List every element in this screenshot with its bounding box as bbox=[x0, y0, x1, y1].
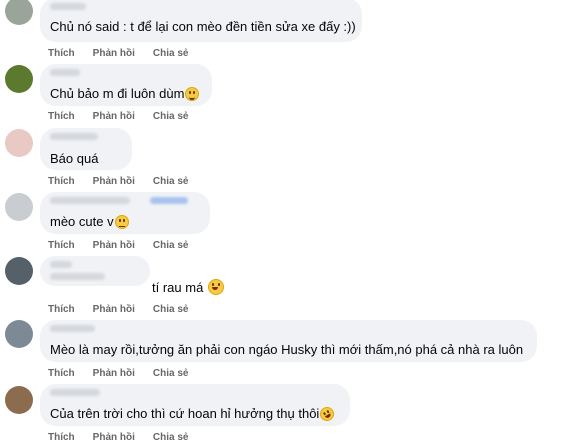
commenter-name-extra[interactable] bbox=[50, 273, 105, 280]
like-button[interactable]: Thích bbox=[48, 176, 75, 187]
grinning-sweat-emoji bbox=[185, 87, 200, 101]
comment-bubble: mèo cute v bbox=[40, 192, 210, 234]
commenter-name[interactable] bbox=[50, 69, 80, 76]
comment-text: Báo quá bbox=[50, 151, 99, 166]
reply-button[interactable]: Phản hồi bbox=[93, 240, 135, 251]
comment-bubble: Chủ bảo m đi luôn dùm bbox=[40, 64, 212, 106]
avatar[interactable] bbox=[5, 257, 33, 285]
comment-actions: Thích Phản hồi Chia sẻ bbox=[48, 432, 206, 443]
comment-text-content: Chủ bảo m đi luôn dùm bbox=[50, 86, 185, 101]
like-button[interactable]: Thích bbox=[48, 432, 75, 443]
avatar[interactable] bbox=[5, 386, 33, 414]
comment-item: Chủ nó said : t để lại con mèo đền tiền … bbox=[0, 0, 580, 62]
unamused-emoji bbox=[114, 215, 129, 229]
like-button[interactable]: Thích bbox=[48, 48, 75, 59]
comment-bubble: Của trên trời cho thì cứ hoan hỉ hưởng t… bbox=[40, 384, 350, 426]
comment-item: mèo cute v Thích Phản hồi Chia sẻ bbox=[0, 190, 580, 254]
avatar[interactable] bbox=[5, 320, 33, 348]
comment-bubble: Báo quá bbox=[40, 128, 132, 170]
comment-bubble: Mèo là may rồi,tưởng ăn phải con ngáo Hu… bbox=[40, 320, 537, 362]
comment-bubble: Chủ nó said : t để lại con mèo đền tiền … bbox=[40, 0, 362, 42]
comment-actions: Thích Phản hồi Chia sẻ bbox=[48, 111, 206, 122]
like-button[interactable]: Thích bbox=[48, 304, 75, 315]
avatar[interactable] bbox=[5, 129, 33, 157]
comment-text-content: mèo cute v bbox=[50, 214, 114, 229]
commenter-name[interactable] bbox=[50, 3, 86, 10]
comment-item: Mèo là may rồi,tưởng ăn phải con ngáo Hu… bbox=[0, 318, 580, 382]
comment-item: Chủ bảo m đi luôn dùm Thích Phản hồi Chia … bbox=[0, 62, 580, 126]
avatar[interactable] bbox=[5, 65, 33, 93]
like-button[interactable]: Thích bbox=[48, 240, 75, 251]
comment-actions: Thích Phản hồi Chia sẻ bbox=[48, 304, 206, 315]
share-button[interactable]: Chia sẻ bbox=[153, 48, 189, 59]
commenter-name[interactable] bbox=[50, 261, 72, 268]
reply-button[interactable]: Phản hồi bbox=[93, 48, 135, 59]
commenter-name[interactable] bbox=[50, 325, 95, 332]
reply-button[interactable]: Phản hồi bbox=[93, 432, 135, 443]
comment-actions: Thích Phản hồi Chia sẻ bbox=[48, 176, 206, 187]
tagged-name[interactable] bbox=[150, 197, 188, 204]
reply-button[interactable]: Phản hồi bbox=[93, 176, 135, 187]
share-button[interactable]: Chia sẻ bbox=[153, 432, 189, 443]
share-button[interactable]: Chia sẻ bbox=[153, 176, 189, 187]
share-button[interactable]: Chia sẻ bbox=[153, 111, 189, 122]
comment-actions: Thích Phản hồi Chia sẻ bbox=[48, 240, 206, 251]
like-button[interactable]: Thích bbox=[48, 111, 75, 122]
comment-text: Của trên trời cho thì cứ hoan hỉ hưởng t… bbox=[50, 404, 337, 424]
comment-item: Của trên trời cho thì cứ hoan hỉ hưởng t… bbox=[0, 382, 580, 447]
comment-actions: Thích Phản hồi Chia sẻ bbox=[48, 368, 206, 379]
comment-text-content: tí rau má bbox=[152, 280, 204, 295]
avatar[interactable] bbox=[5, 0, 33, 25]
reply-button[interactable]: Phản hồi bbox=[93, 304, 135, 315]
avatar[interactable] bbox=[5, 193, 33, 221]
commenter-name[interactable] bbox=[50, 389, 100, 396]
rofl-emoji bbox=[317, 404, 337, 424]
comment-text-content: Của trên trời cho thì cứ hoan hỉ hưởng t… bbox=[50, 406, 320, 421]
reply-button[interactable]: Phản hồi bbox=[93, 111, 135, 122]
comment-item: Báo quá Thích Phản hồi Chia sẻ bbox=[0, 126, 580, 190]
comment-actions: Thích Phản hồi Chia sẻ bbox=[48, 48, 206, 59]
comment-text: mèo cute v bbox=[50, 214, 129, 229]
comment-text: Mèo là may rồi,tưởng ăn phải con ngáo Hu… bbox=[50, 342, 524, 357]
commenter-name[interactable] bbox=[50, 133, 98, 140]
like-button[interactable]: Thích bbox=[48, 368, 75, 379]
laughing-emoji bbox=[207, 279, 224, 295]
comment-text: Chủ bảo m đi luôn dùm bbox=[50, 86, 200, 101]
comment-item: tí rau má Thích Phản hồi Chia sẻ bbox=[0, 254, 580, 318]
reply-button[interactable]: Phản hồi bbox=[93, 368, 135, 379]
comment-text: Chủ nó said : t để lại con mèo đền tiền … bbox=[50, 19, 356, 34]
share-button[interactable]: Chia sẻ bbox=[153, 240, 189, 251]
share-button[interactable]: Chia sẻ bbox=[153, 368, 189, 379]
commenter-name[interactable] bbox=[50, 197, 130, 204]
share-button[interactable]: Chia sẻ bbox=[153, 304, 189, 315]
comment-text: tí rau má bbox=[152, 279, 224, 295]
comment-bubble bbox=[40, 256, 150, 286]
